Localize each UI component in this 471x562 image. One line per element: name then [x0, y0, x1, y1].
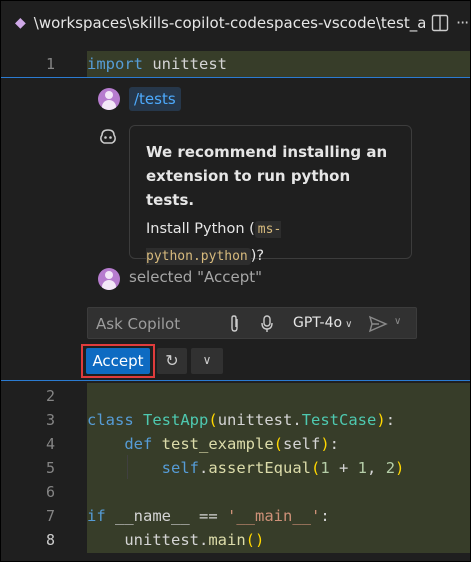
user-avatar	[98, 88, 120, 110]
code-text[interactable]	[87, 479, 470, 505]
line-number: 5	[45, 459, 55, 477]
rerun-icon[interactable]: ↻	[157, 348, 187, 374]
copilot-icon	[100, 129, 116, 144]
code-text[interactable]: self.assertEqual(1 + 1, 2)	[87, 455, 470, 481]
editor-tabbar: ◆ \workspaces\skills-copilot-codespaces-…	[1, 1, 470, 45]
code-text[interactable]: import unittest	[87, 51, 470, 77]
more-actions-icon[interactable]: ···	[456, 13, 469, 32]
line-number: 8	[45, 531, 55, 549]
code-line-6[interactable]: 6	[1, 479, 470, 505]
tab-path-label: \workspaces\skills-copilot-codespaces-vs…	[33, 14, 425, 32]
code-text[interactable]	[87, 383, 470, 409]
file-icon: ◆	[15, 15, 26, 31]
ask-copilot-input[interactable]: Ask Copilot GPT-4o ∨ ∨	[87, 307, 417, 339]
code-text[interactable]: unittest.main()	[87, 527, 470, 553]
line-number: 3	[45, 411, 55, 429]
line-number: 1	[45, 55, 55, 73]
code-line-5[interactable]: 5 self.assertEqual(1 + 1, 2)	[1, 455, 470, 481]
editor-tab[interactable]: ◆ \workspaces\skills-copilot-codespaces-…	[1, 1, 425, 45]
paperclip-icon[interactable]	[228, 314, 242, 334]
code-line-2[interactable]: 2	[1, 383, 470, 409]
line-number: 4	[45, 435, 55, 453]
split-editor-icon[interactable]	[431, 14, 449, 32]
code-text[interactable]: class TestApp(unittest.TestCase):	[87, 407, 470, 433]
code-line-4[interactable]: 4 def test_example(self):	[1, 431, 470, 457]
selected-status-text: selected "Accept"	[129, 268, 263, 286]
slash-command-tests[interactable]: /tests	[129, 87, 181, 111]
code-text[interactable]: def test_example(self):	[87, 431, 470, 457]
user-avatar-2	[98, 268, 120, 290]
more-options-chevron-icon[interactable]: ∨	[191, 348, 223, 374]
input-placeholder: Ask Copilot	[96, 315, 181, 333]
indent-guide	[127, 455, 128, 481]
microphone-icon[interactable]	[260, 314, 274, 334]
model-picker[interactable]: GPT-4o ∨	[293, 315, 352, 331]
line-number: 7	[45, 507, 55, 525]
message-body: Install Python (ms-python.python)?	[146, 221, 282, 265]
code-line-7[interactable]: 7 if __name__ == '__main__':	[1, 503, 470, 529]
code-line-8[interactable]: 8 unittest.main()	[1, 527, 470, 553]
code-line-1[interactable]: 1 import unittest	[1, 51, 470, 77]
message-title: We recommend installing an extension to …	[146, 143, 388, 209]
line-number: 6	[45, 483, 55, 501]
accept-button[interactable]: Accept	[86, 348, 150, 374]
code-text[interactable]: if __name__ == '__main__':	[87, 503, 470, 529]
code-line-3[interactable]: 3 class TestApp(unittest.TestCase):	[1, 407, 470, 433]
copilot-response-card: We recommend installing an extension to …	[129, 125, 412, 265]
line-number: 2	[45, 387, 55, 405]
send-icon[interactable]	[368, 314, 388, 334]
chevron-down-icon: ∨	[345, 319, 353, 330]
send-options-chevron-icon[interactable]: ∨	[394, 316, 401, 327]
